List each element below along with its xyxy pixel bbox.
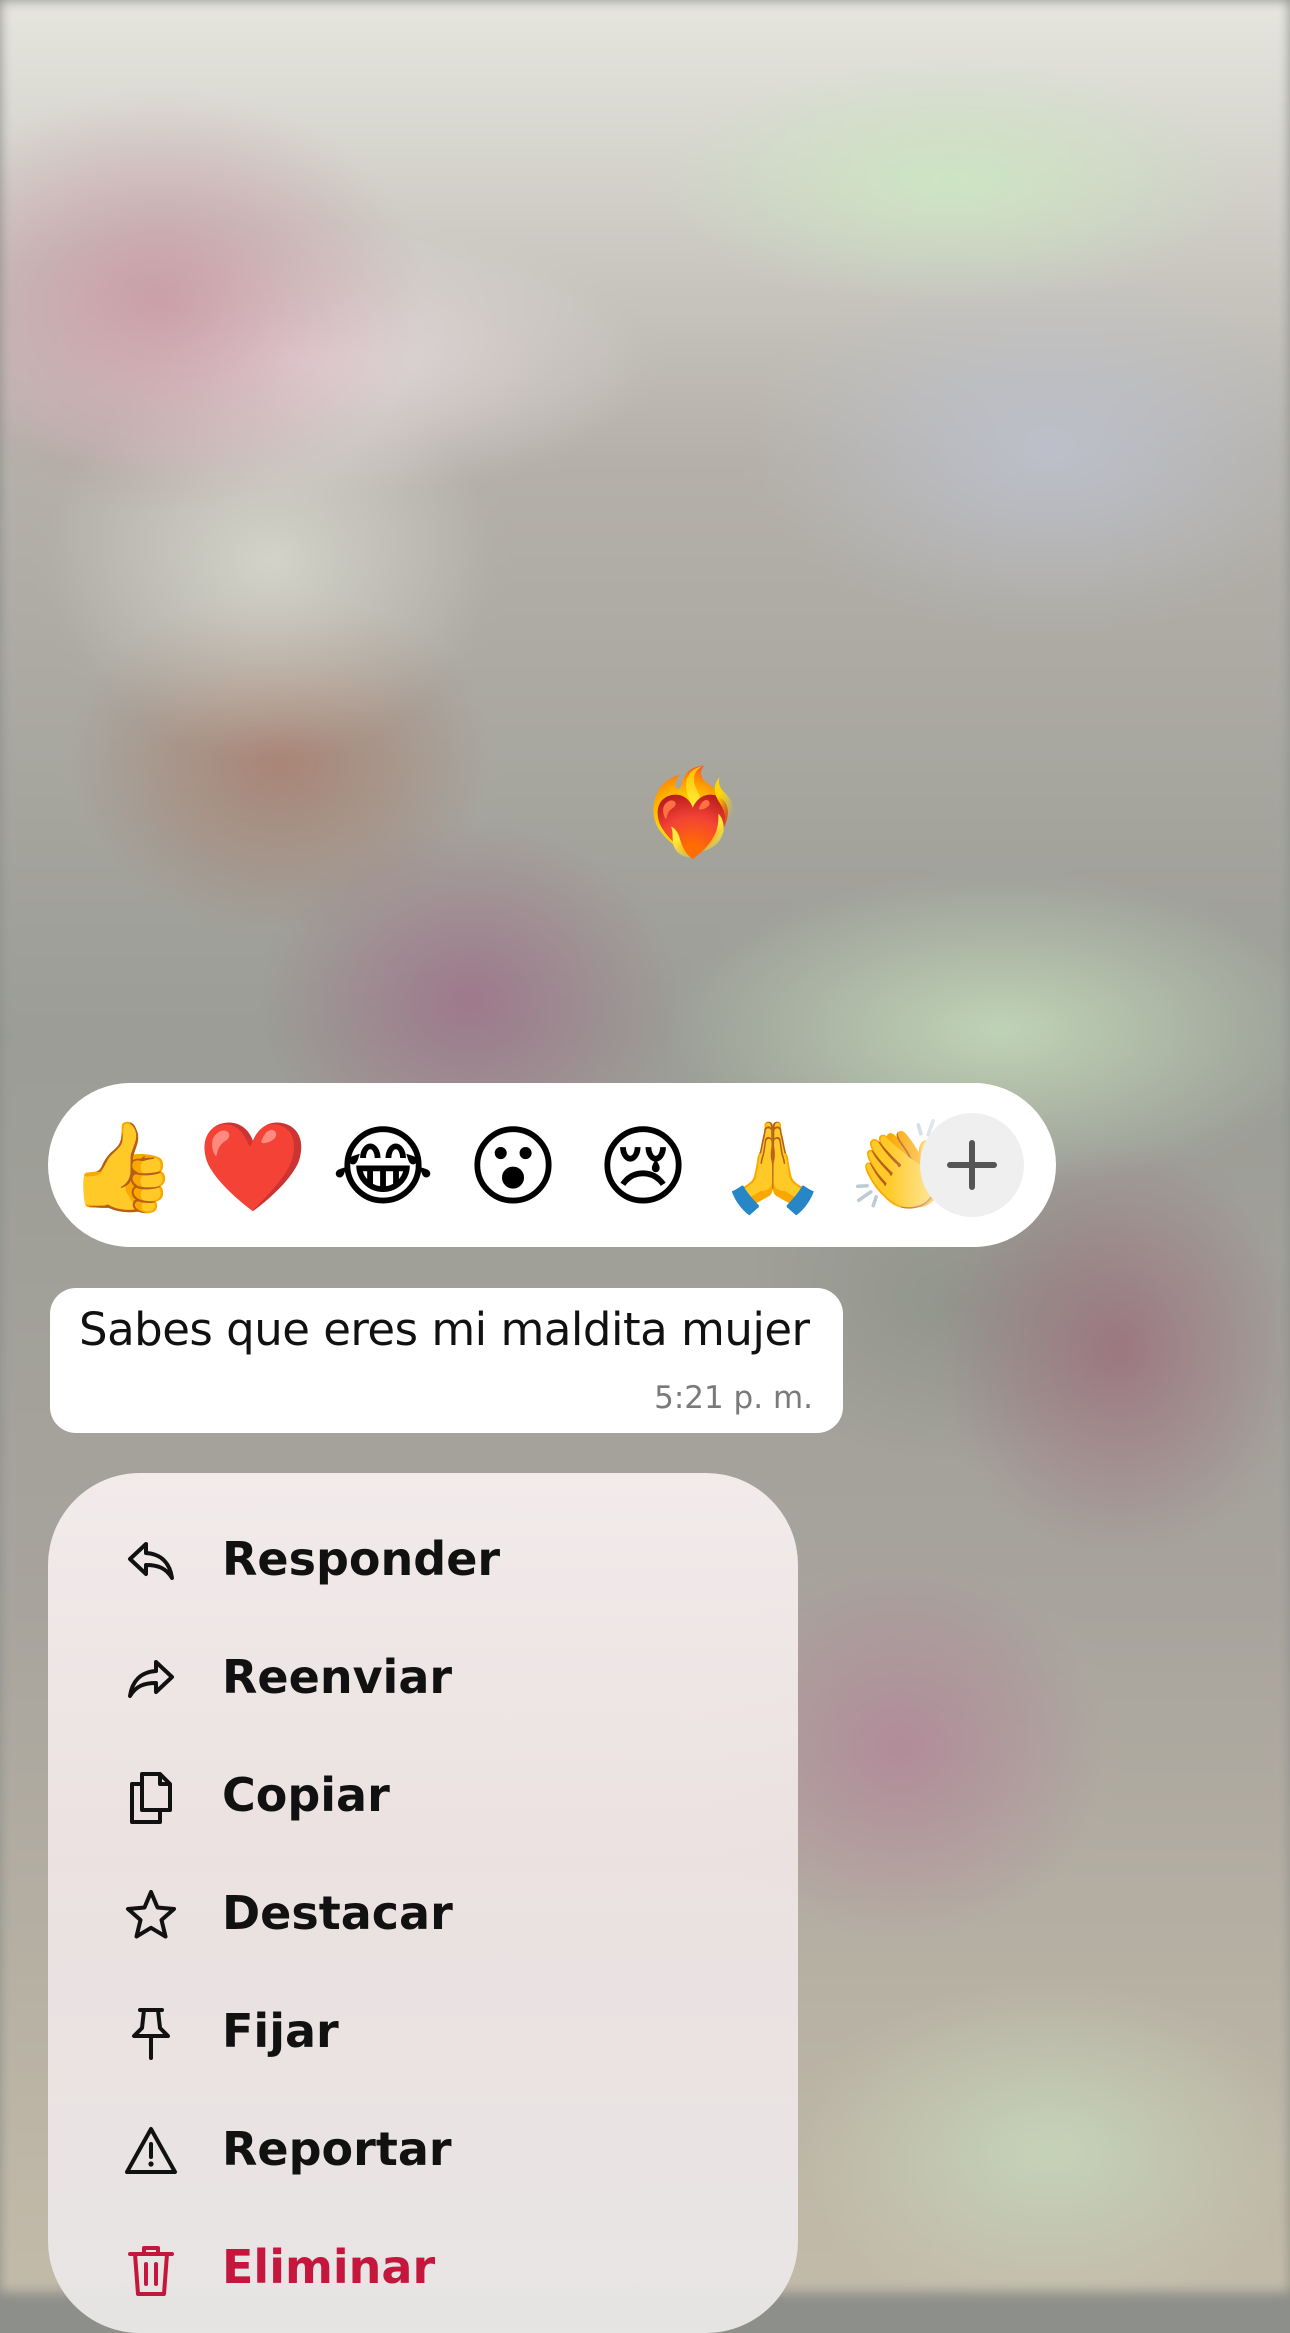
reaction-thumbs-up[interactable]: 👍 (68, 1117, 178, 1217)
plus-icon (947, 1140, 997, 1190)
pin-icon (132, 2008, 170, 2060)
message-bubble[interactable]: Sabes que eres mi maldita mujer 5:21 p. … (50, 1288, 843, 1433)
copy-icon (130, 1772, 172, 1824)
reaction-sad[interactable]: 😢 (588, 1117, 698, 1217)
menu-label-forward: Reenviar (222, 1650, 453, 1704)
more-reactions-button[interactable] (920, 1113, 1024, 1217)
menu-item-copy[interactable]: Copiar (48, 1738, 798, 1856)
menu-item-reply[interactable]: Responder (48, 1502, 798, 1620)
menu-item-pin[interactable]: Fijar (48, 1974, 798, 2092)
reaction-heart[interactable]: ❤️ (198, 1117, 308, 1217)
menu-label-pin: Fijar (222, 2004, 339, 2058)
menu-label-report: Reportar (222, 2122, 452, 2176)
star-icon (126, 1890, 176, 1939)
menu-item-delete[interactable]: Eliminar (48, 2210, 798, 2328)
menu-label-reply: Responder (222, 1532, 501, 1586)
menu-item-star[interactable]: Destacar (48, 1856, 798, 1974)
trash-icon (128, 2246, 174, 2296)
forward-icon (128, 1660, 174, 1698)
menu-item-forward[interactable]: Reenviar (48, 1620, 798, 1738)
reaction-laughing[interactable]: 😂 (328, 1117, 438, 1217)
reaction-surprised[interactable]: 😮 (458, 1117, 568, 1217)
reaction-praying[interactable]: 🙏 (718, 1117, 828, 1217)
menu-item-report[interactable]: Reportar (48, 2092, 798, 2210)
warning-icon (125, 2127, 177, 2174)
message-context-menu: Responder Reenviar Copiar Destacar Fijar (48, 1473, 798, 2333)
reaction-bar: 👍 ❤️ 😂 😮 😢 🙏 👏 (48, 1083, 1056, 1247)
message-text: Sabes que eres mi maldita mujer (79, 1303, 810, 1356)
message-timestamp: 5:21 p. m. (654, 1380, 813, 1416)
heart-on-fire-reaction: ❤️‍🔥 (640, 763, 745, 861)
menu-label-star: Destacar (222, 1886, 453, 1940)
menu-label-copy: Copiar (222, 1768, 390, 1822)
menu-label-delete: Eliminar (222, 2240, 436, 2294)
reply-icon (128, 1542, 174, 1580)
